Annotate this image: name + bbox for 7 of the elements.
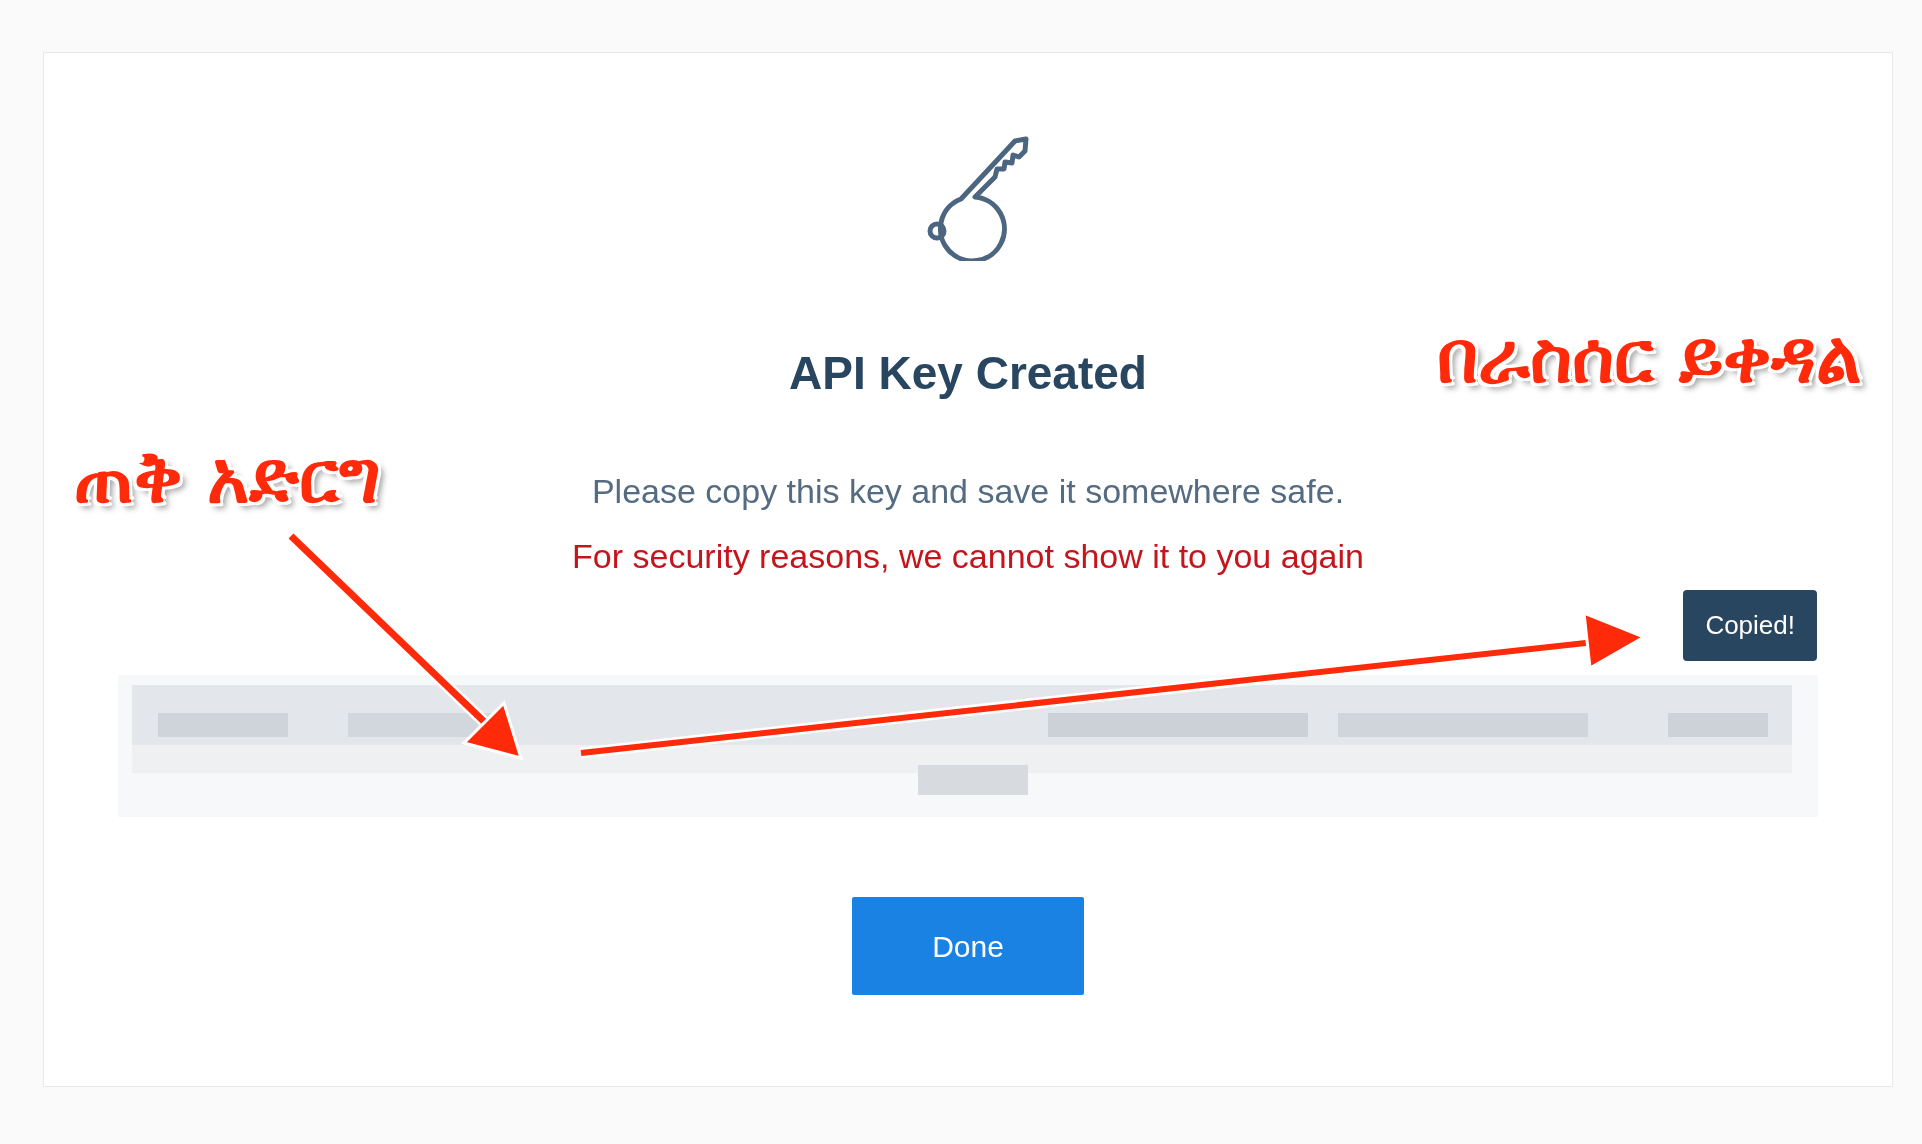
copied-tooltip: Copied!	[1683, 590, 1817, 661]
annotation-text: በራስሰር ይቀዳል	[1436, 314, 1862, 401]
dialog-title: API Key Created	[789, 346, 1147, 401]
warning-text: For security reasons, we cannot show it to you again	[572, 536, 1364, 577]
annotation-text: ጠቅ አድርግ	[74, 434, 382, 521]
instructions-text: Please copy this key and save it somewhere safe.	[591, 471, 1345, 512]
done-button[interactable]: Done	[852, 897, 1084, 995]
